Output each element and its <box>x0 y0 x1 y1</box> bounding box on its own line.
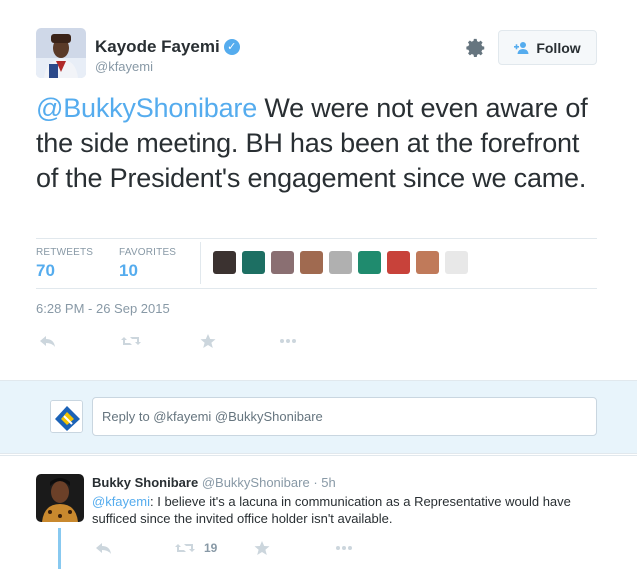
author-handle[interactable]: @kfayemi <box>95 59 153 74</box>
favoriter-avatar[interactable] <box>271 251 294 274</box>
stats-divider-bottom <box>36 288 597 289</box>
main-tweet: Kayode Fayemi ✓ @kfayemi Follow @BukkySho… <box>0 0 637 380</box>
tweet-mention-link[interactable]: @BukkyShonibare <box>36 93 257 123</box>
favoriter-avatar[interactable] <box>445 251 468 274</box>
reply-author-handle[interactable]: @BukkyShonibare <box>202 475 310 490</box>
favoriter-avatar[interactable] <box>329 251 352 274</box>
favoriter-avatar[interactable] <box>387 251 410 274</box>
retweet-icon[interactable] <box>120 333 142 349</box>
favorite-star-icon[interactable] <box>198 333 218 349</box>
favoriter-avatar[interactable] <box>213 251 236 274</box>
retweet-icon[interactable] <box>174 540 196 556</box>
reply-author-name[interactable]: Bukky Shonibare <box>92 475 198 490</box>
favoriter-avatar[interactable] <box>416 251 439 274</box>
favoriter-avatar[interactable] <box>242 251 265 274</box>
gear-icon[interactable] <box>465 37 487 59</box>
thread-line <box>58 528 61 569</box>
reply-composer: Reply to @kfayemi @BukkyShonibare <box>0 380 637 454</box>
reply-icon[interactable] <box>94 540 114 556</box>
verified-badge-icon: ✓ <box>223 39 240 55</box>
author-avatar[interactable] <box>36 28 86 78</box>
reply-header: Bukky Shonibare @BukkyShonibare · 5h <box>92 475 336 490</box>
reply-tweet: Bukky Shonibare @BukkyShonibare · 5h @kf… <box>0 455 637 569</box>
reply-author-avatar[interactable] <box>36 474 84 522</box>
favorites-stat[interactable]: FAVORITES 10 <box>119 247 176 281</box>
retweets-label: RETWEETS <box>36 247 94 258</box>
add-user-icon <box>514 41 529 54</box>
stats-divider-top <box>36 238 597 239</box>
more-options-icon[interactable] <box>278 333 298 349</box>
retweets-stat[interactable]: RETWEETS 70 <box>36 247 93 281</box>
tweet-timestamp[interactable]: 6:28 PM - 26 Sep 2015 <box>36 301 170 316</box>
reply-time[interactable]: · 5h <box>310 475 335 490</box>
more-options-icon[interactable] <box>334 540 354 556</box>
reply-body: : I believe it's a lacuna in communicati… <box>92 494 571 526</box>
favoriter-avatar[interactable] <box>300 251 323 274</box>
favorites-count: 10 <box>119 261 138 280</box>
tweet-text: @BukkyShonibare We were not even aware o… <box>36 91 596 196</box>
reply-text: @kfayemi: I believe it's a lacuna in com… <box>92 493 592 527</box>
reply-mention-link[interactable]: @kfayemi <box>92 494 150 509</box>
favorite-star-icon[interactable] <box>252 540 272 556</box>
stats-vertical-divider <box>200 242 201 284</box>
reply-input[interactable]: Reply to @kfayemi @BukkyShonibare <box>92 397 597 436</box>
favoriter-avatar[interactable] <box>358 251 381 274</box>
follow-button[interactable]: Follow <box>498 30 597 65</box>
favorites-label: FAVORITES <box>119 247 177 258</box>
favoriter-avatars <box>213 251 468 274</box>
author-name[interactable]: Kayode Fayemi ✓ <box>95 37 240 57</box>
current-user-avatar <box>50 400 83 433</box>
reply-retweet-count: 19 <box>204 541 218 555</box>
reply-icon[interactable] <box>38 333 58 349</box>
follow-label: Follow <box>536 39 581 56</box>
retweets-count: 70 <box>36 261 55 280</box>
